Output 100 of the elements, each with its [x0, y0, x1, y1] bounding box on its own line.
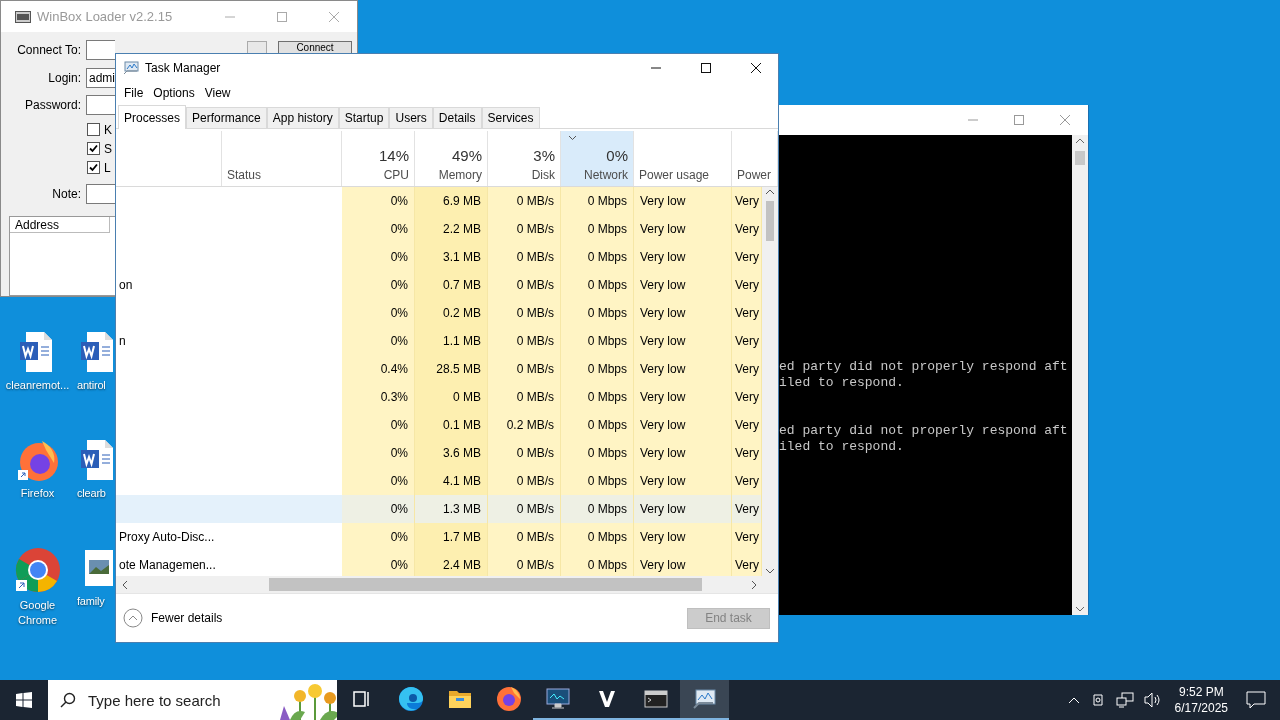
table-cell: 0 MB/s — [488, 439, 561, 467]
search-field[interactable]: Type here to search — [86, 690, 250, 710]
process-name: on — [118, 277, 134, 294]
table-cell: Very low — [634, 187, 732, 215]
process-row[interactable]: 0% 0.1 MB 0.2 MB/s 0 Mbps Very low Very — [116, 411, 762, 439]
process-row[interactable]: ote Managemen... 0% 2.4 MB 0 MB/s 0 Mbps Very low Very — [116, 551, 762, 576]
table-cell: Very low — [634, 355, 732, 383]
table-cell: 0% — [342, 271, 415, 299]
table-cell: 6.9 MB — [415, 187, 488, 215]
process-name: n — [118, 333, 127, 350]
table-cell: 0 MB/s — [488, 215, 561, 243]
table-cell: 0 MB/s — [488, 355, 561, 383]
table-cell: Very low — [634, 411, 732, 439]
menu-item[interactable]: File — [119, 85, 149, 100]
tab[interactable]: Startup — [338, 107, 390, 128]
process-row[interactable]: 0.4% 28.5 MB 0 MB/s 0 Mbps Very low Very — [116, 355, 762, 383]
table-cell: 0% — [342, 187, 415, 215]
table-cell: Very — [732, 495, 762, 523]
table-cell: Very — [732, 411, 762, 439]
tab[interactable]: Performance — [186, 107, 267, 128]
column-header[interactable]: Power usage — [634, 131, 732, 186]
table-cell: 0.1 MB — [415, 411, 488, 439]
table-cell: Very — [732, 327, 762, 355]
table-cell: 0 Mbps — [561, 411, 634, 439]
table-cell: 0 Mbps — [561, 383, 634, 411]
tab[interactable]: Processes — [118, 105, 187, 129]
column-header[interactable]: Status — [222, 131, 342, 186]
menu-item[interactable]: View — [199, 85, 236, 100]
column-header[interactable]: 0% Network — [561, 131, 634, 186]
table-cell: 0 Mbps — [561, 187, 634, 215]
table-cell: 0 MB/s — [488, 243, 561, 271]
console-line: iled to respond. — [779, 439, 905, 455]
process-row[interactable]: 0% 6.9 MB 0 MB/s 0 Mbps Very low Very — [116, 187, 762, 215]
table-cell: 0 Mbps — [561, 243, 634, 271]
table-cell: 0 MB/s — [488, 327, 561, 355]
table-cell: 0 Mbps — [561, 495, 634, 523]
table-cell: 2.4 MB — [415, 551, 488, 576]
desktop-icon-label[interactable]: antirol — [77, 378, 106, 393]
tab[interactable]: Details — [432, 107, 482, 128]
table-cell: Very — [732, 439, 762, 467]
column-header[interactable]: 49% Memory — [415, 131, 488, 186]
table-cell: 0% — [342, 327, 415, 355]
process-row[interactable]: 0.3% 0 MB 0 MB/s 0 Mbps Very low Very — [116, 383, 762, 411]
desktop-icon-label[interactable]: Google Chrome — [1, 598, 74, 628]
table-cell: 0% — [342, 243, 415, 271]
table-cell: Very — [732, 383, 762, 411]
table-cell: 0 MB/s — [488, 187, 561, 215]
clock-date[interactable]: 6/17/2025 — [1174, 700, 1228, 716]
search-bar[interactable]: Type here to search — [48, 680, 337, 720]
table-cell: 0 Mbps — [561, 271, 634, 299]
table-cell: Very low — [634, 271, 732, 299]
table-cell: 0 MB/s — [488, 551, 561, 576]
field-label: Note: — [51, 187, 81, 201]
fewer-details-button[interactable]: Fewer details — [123, 608, 223, 628]
table-cell: Very low — [634, 467, 732, 495]
column-header[interactable]: Address — [10, 217, 110, 233]
table-cell: Very low — [634, 439, 732, 467]
table-cell: 0 MB/s — [488, 299, 561, 327]
input-field[interactable]: admi — [86, 68, 115, 88]
table-cell: 0% — [342, 495, 415, 523]
column-header[interactable]: 14% CPU — [342, 131, 415, 186]
column-header[interactable]: Power — [732, 131, 778, 186]
desktop-icon-label[interactable]: family — [77, 594, 105, 609]
table-cell: 0.7 MB — [415, 271, 488, 299]
table-cell: 0 Mbps — [561, 439, 634, 467]
desktop-icon-label[interactable]: clearb — [77, 486, 106, 501]
table-cell: Very — [732, 467, 762, 495]
tab[interactable]: App history — [266, 107, 339, 128]
process-row[interactable]: n 0% 1.1 MB 0 MB/s 0 Mbps Very low Very — [116, 327, 762, 355]
process-row[interactable]: 0% 2.2 MB 0 MB/s 0 Mbps Very low Very — [116, 215, 762, 243]
table-cell: 0 MB — [415, 383, 488, 411]
console-line: ed party did not properly respond aft — [779, 423, 1069, 439]
table-cell: 0 Mbps — [561, 299, 634, 327]
process-row[interactable]: on 0% 0.7 MB 0 MB/s 0 Mbps Very low Very — [116, 271, 762, 299]
process-row[interactable]: Proxy Auto-Disc... 0% 1.7 MB 0 MB/s 0 Mbps Very low Very — [116, 523, 762, 551]
table-cell: Very — [732, 271, 762, 299]
process-row[interactable]: 0% 4.1 MB 0 MB/s 0 Mbps Very low Very — [116, 467, 762, 495]
window-title: WinBox Loader v2.2.15 — [37, 9, 174, 24]
table-cell: Very — [732, 215, 762, 243]
clock-time[interactable]: 9:52 PM — [1178, 684, 1224, 700]
tab[interactable]: Services — [481, 107, 540, 128]
table-cell: Very low — [634, 523, 732, 551]
process-row[interactable]: 0% 3.1 MB 0 MB/s 0 Mbps Very low Very — [116, 243, 762, 271]
table-cell: Very — [732, 243, 762, 271]
process-row[interactable]: 0% 3.6 MB 0 MB/s 0 Mbps Very low Very — [116, 439, 762, 467]
checkbox-label: L — [104, 160, 111, 175]
table-cell: 0 Mbps — [561, 467, 634, 495]
console-line: iled to respond. — [779, 375, 905, 391]
table-cell: Very — [732, 299, 762, 327]
tab[interactable]: Users — [389, 107, 433, 128]
table-cell: 3.6 MB — [415, 439, 488, 467]
table-cell: 3.1 MB — [415, 243, 488, 271]
table-cell: 0% — [342, 523, 415, 551]
process-row[interactable]: 0% 1.3 MB 0 MB/s 0 Mbps Very low Very — [116, 495, 762, 523]
desktop-icon-label[interactable]: cleanremot... — [5, 378, 70, 393]
desktop-icon-label[interactable]: Firefox — [20, 486, 55, 501]
process-row[interactable]: 0% 0.2 MB 0 MB/s 0 Mbps Very low Very — [116, 299, 762, 327]
menu-item[interactable]: Options — [148, 85, 200, 100]
table-cell: Very — [732, 523, 762, 551]
table-cell: Very low — [634, 299, 732, 327]
